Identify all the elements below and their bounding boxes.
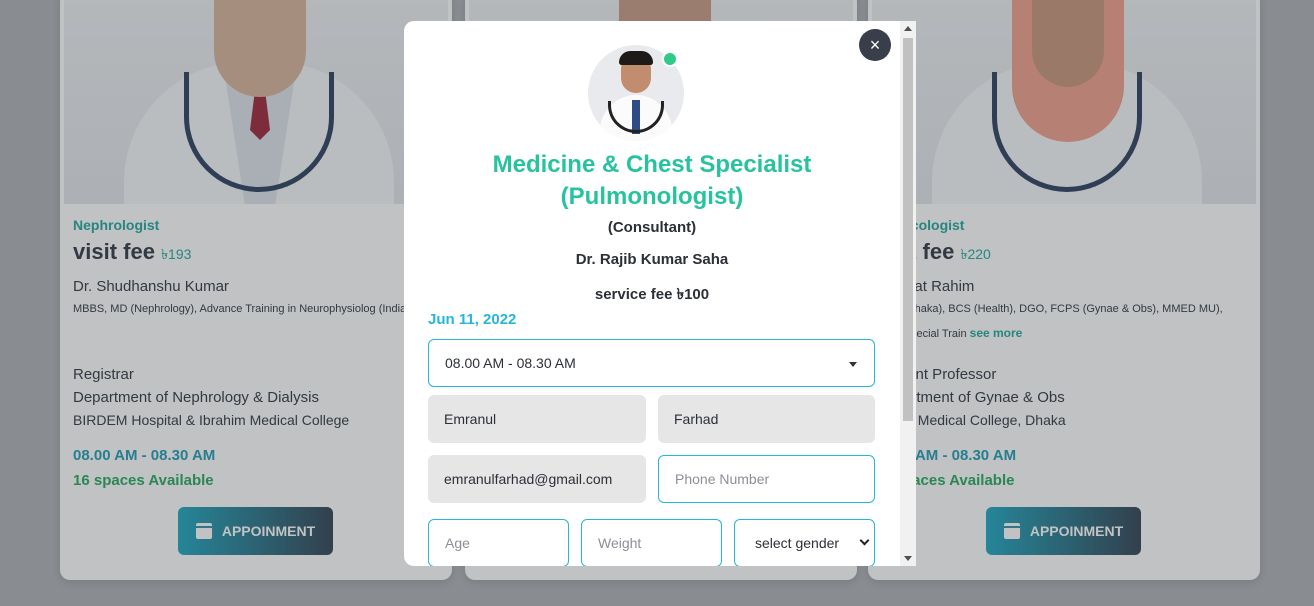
scroll-down-icon[interactable] — [904, 556, 912, 561]
modal-doctor-name: Dr. Rajib Kumar Saha — [575, 251, 729, 268]
last-name-field[interactable]: Farhad — [658, 395, 875, 443]
phone-field[interactable]: Phone Number — [658, 455, 875, 503]
time-slot-select[interactable]: 08.00 AM - 08.30 AM — [428, 339, 875, 387]
scroll-up-icon[interactable] — [904, 26, 912, 31]
modal-scrollbar[interactable] — [900, 21, 916, 566]
gender-select-value: select gender — [755, 535, 840, 551]
modal-title-line1: Medicine & Chest Specialist — [492, 151, 812, 178]
age-field[interactable]: Age — [428, 519, 569, 566]
gender-select[interactable]: select gender — [734, 519, 875, 566]
appointment-modal: × Medicine & Chest Specialist (Pulmonolo… — [404, 21, 916, 566]
modal-title-line2: (Pulmonologist) — [560, 183, 744, 210]
caret-down-icon — [849, 362, 857, 367]
modal-designation: (Consultant) — [607, 219, 697, 236]
close-icon[interactable]: × — [859, 29, 891, 61]
email-field[interactable]: emranulfarhad@gmail.com — [428, 455, 646, 503]
scrollbar-thumb[interactable] — [903, 38, 913, 421]
first-name-field[interactable]: Emranul — [428, 395, 646, 443]
weight-field[interactable]: Weight — [581, 519, 722, 566]
time-slot-select-value: 08.00 AM - 08.30 AM — [445, 355, 576, 371]
appointment-date: Jun 11, 2022 — [428, 311, 517, 328]
online-status-indicator — [662, 51, 678, 67]
modal-specialty-title: Medicine & Chest Specialist (Pulmonologi… — [404, 149, 900, 213]
modal-service-fee: service fee ৳100 — [594, 286, 710, 303]
chevron-down-icon — [859, 535, 870, 546]
